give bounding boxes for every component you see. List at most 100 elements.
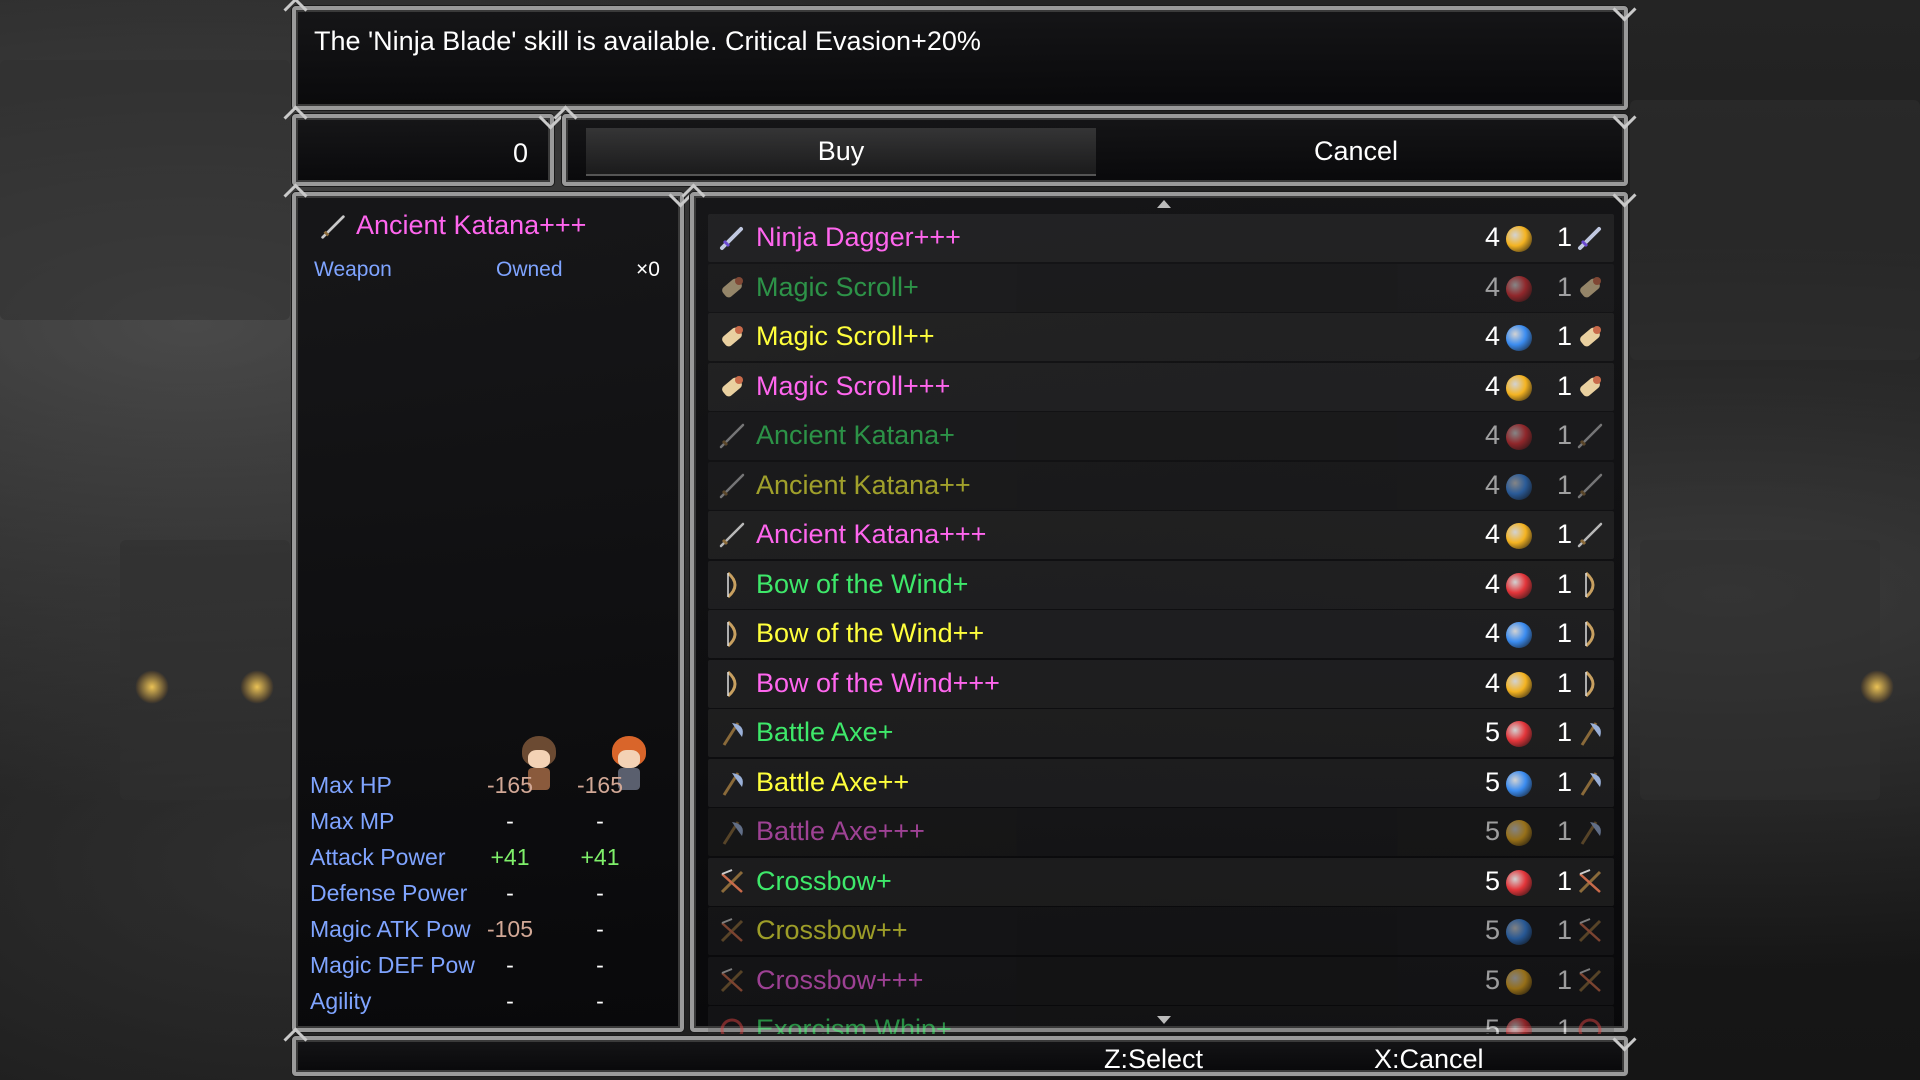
item-cost: 5 [1484, 1014, 1500, 1034]
select-hint: Z:Select [1104, 1044, 1204, 1074]
stat-row: Max HP -165 -165 [310, 772, 680, 808]
item-name: Ancient Katana++ [756, 469, 971, 500]
item-required-count: 1 [1556, 420, 1572, 450]
owned-label: Owned [496, 258, 563, 281]
selected-item-name: Ancient Katana+++ [356, 210, 587, 240]
item-required-count: 1 [1556, 370, 1572, 401]
stat-label: Magic DEF Pow [310, 952, 475, 978]
shop-item-row[interactable]: Magic Scroll+++ 4 1 [708, 362, 1614, 411]
stat-change-actor-2: +41 [580, 844, 620, 870]
stat-row: Defense Power - - [310, 880, 680, 916]
item-required-count: 1 [1556, 667, 1572, 698]
shop-item-row[interactable]: Bow of the Wind+++ 4 1 [708, 659, 1614, 708]
katana-icon [719, 473, 745, 498]
stat-change-actor-1: - [506, 988, 514, 1014]
shop-item-row[interactable]: Bow of the Wind++ 4 1 [708, 610, 1614, 658]
gold-orb-icon [1506, 968, 1532, 995]
command-window: Buy Cancel [562, 114, 1628, 186]
axe-icon [1580, 771, 1601, 796]
lamp-light [1860, 670, 1894, 704]
item-cost: 5 [1484, 964, 1500, 995]
item-list: Ninja Dagger+++ 4 1 Magic Scroll+ 4 1 Magic Sc… [708, 214, 1614, 1034]
lamp-light [240, 670, 274, 704]
item-cost: 5 [1484, 865, 1500, 896]
red-orb-icon [1506, 572, 1532, 599]
item-cost: 4 [1484, 370, 1500, 401]
red-orb-icon [1506, 869, 1532, 896]
item-required-count: 1 [1556, 766, 1572, 797]
katana-icon [1577, 473, 1603, 498]
scroll-down-arrow[interactable] [1157, 1016, 1171, 1024]
stat-change-actor-1: -105 [486, 916, 534, 942]
shop-item-row[interactable]: Battle Axe+ 5 1 [708, 709, 1614, 757]
bow-icon [1584, 670, 1595, 697]
shop-item-list-window: Ninja Dagger+++ 4 1 Magic Scroll+ 4 1 Magic Sc… [690, 192, 1628, 1034]
item-name: Magic Scroll++ [756, 321, 935, 351]
bow-icon [1584, 620, 1595, 648]
item-name: Ninja Dagger+++ [756, 222, 961, 252]
item-required-count: 1 [1556, 519, 1572, 549]
cancel-command[interactable]: Cancel [1106, 136, 1606, 167]
item-name: Exorcism Whip+ [756, 1014, 952, 1034]
crossbow-icon [1578, 868, 1602, 893]
gold-orb-icon [1506, 820, 1532, 846]
help-text: The 'Ninja Blade' skill is available. Cr… [314, 26, 981, 56]
background-wall [0, 60, 290, 320]
item-cost: 5 [1484, 766, 1500, 797]
shop-item-row[interactable]: Ancient Katana++ 4 1 [708, 461, 1614, 510]
shop-item-row[interactable]: Magic Scroll+ 4 1 [708, 263, 1614, 312]
scroll-icon [1580, 375, 1601, 396]
item-required-count: 1 [1556, 1014, 1572, 1034]
stat-row: Magic ATK Pow -105 - [310, 916, 680, 952]
item-required-count: 1 [1556, 469, 1572, 500]
blue-orb-icon [1506, 325, 1532, 351]
shop-item-row[interactable]: Crossbow+ 5 1 [708, 857, 1614, 906]
stat-change-actor-1: -165 [486, 772, 534, 798]
stat-change-actor-1: +41 [490, 844, 530, 870]
dagger-icon [720, 227, 743, 250]
blue-orb-icon [1506, 770, 1532, 797]
item-cost: 4 [1484, 667, 1500, 698]
shop-item-row[interactable]: Crossbow+++ 5 1 [708, 956, 1614, 1005]
shop-item-row[interactable]: Battle Axe++ 5 1 [708, 758, 1614, 807]
scroll-icon [722, 375, 743, 396]
item-name: Crossbow++ [756, 915, 908, 945]
item-cost: 4 [1484, 321, 1500, 351]
whip-icon [720, 1018, 744, 1034]
stat-label: Max MP [310, 808, 395, 834]
shop-item-row[interactable]: Battle Axe+++ 5 1 [708, 808, 1614, 856]
item-type-label: Weapon [314, 258, 392, 281]
shop-item-row[interactable]: Crossbow++ 5 1 [708, 907, 1614, 955]
red-orb-icon [1506, 275, 1532, 302]
crossbow-icon [1578, 918, 1602, 943]
stat-change-actor-2: -165 [576, 772, 624, 798]
dagger-icon [1578, 227, 1601, 250]
axe-icon [1580, 821, 1601, 845]
item-name: Battle Axe+++ [756, 816, 925, 846]
katana-icon [321, 215, 345, 239]
item-cost: 4 [1484, 618, 1500, 648]
item-cost: 4 [1484, 519, 1500, 549]
gold-orb-icon [1506, 523, 1532, 549]
stat-change-actor-1: - [506, 808, 514, 834]
item-required-count: 1 [1556, 271, 1572, 302]
item-name: Battle Axe+ [756, 717, 894, 747]
whip-icon [1578, 1018, 1602, 1034]
shop-item-row[interactable]: Ancient Katana+ 4 1 [708, 412, 1614, 460]
scroll-up-arrow[interactable] [1157, 200, 1171, 208]
item-required-count: 1 [1556, 568, 1572, 599]
item-required-count: 1 [1556, 717, 1572, 747]
shop-item-row[interactable]: Ninja Dagger+++ 4 1 [708, 214, 1614, 262]
buy-command[interactable]: Buy [586, 136, 1096, 167]
scroll-icon [722, 276, 743, 297]
scroll-icon [722, 326, 743, 347]
stat-change-actor-2: - [596, 916, 604, 942]
shop-item-row[interactable]: Magic Scroll++ 4 1 [708, 313, 1614, 361]
bow-icon [726, 620, 737, 648]
item-status-window: Ancient Katana+++ Weapon Owned ×0 Max HP… [292, 192, 684, 1032]
stat-label: Agility [310, 988, 372, 1014]
shop-item-row[interactable]: Ancient Katana+++ 4 1 [708, 511, 1614, 559]
stat-row: Max MP - - [310, 808, 680, 844]
shop-item-row[interactable]: Bow of the Wind+ 4 1 [708, 560, 1614, 609]
stat-change-actor-2: - [596, 952, 604, 978]
